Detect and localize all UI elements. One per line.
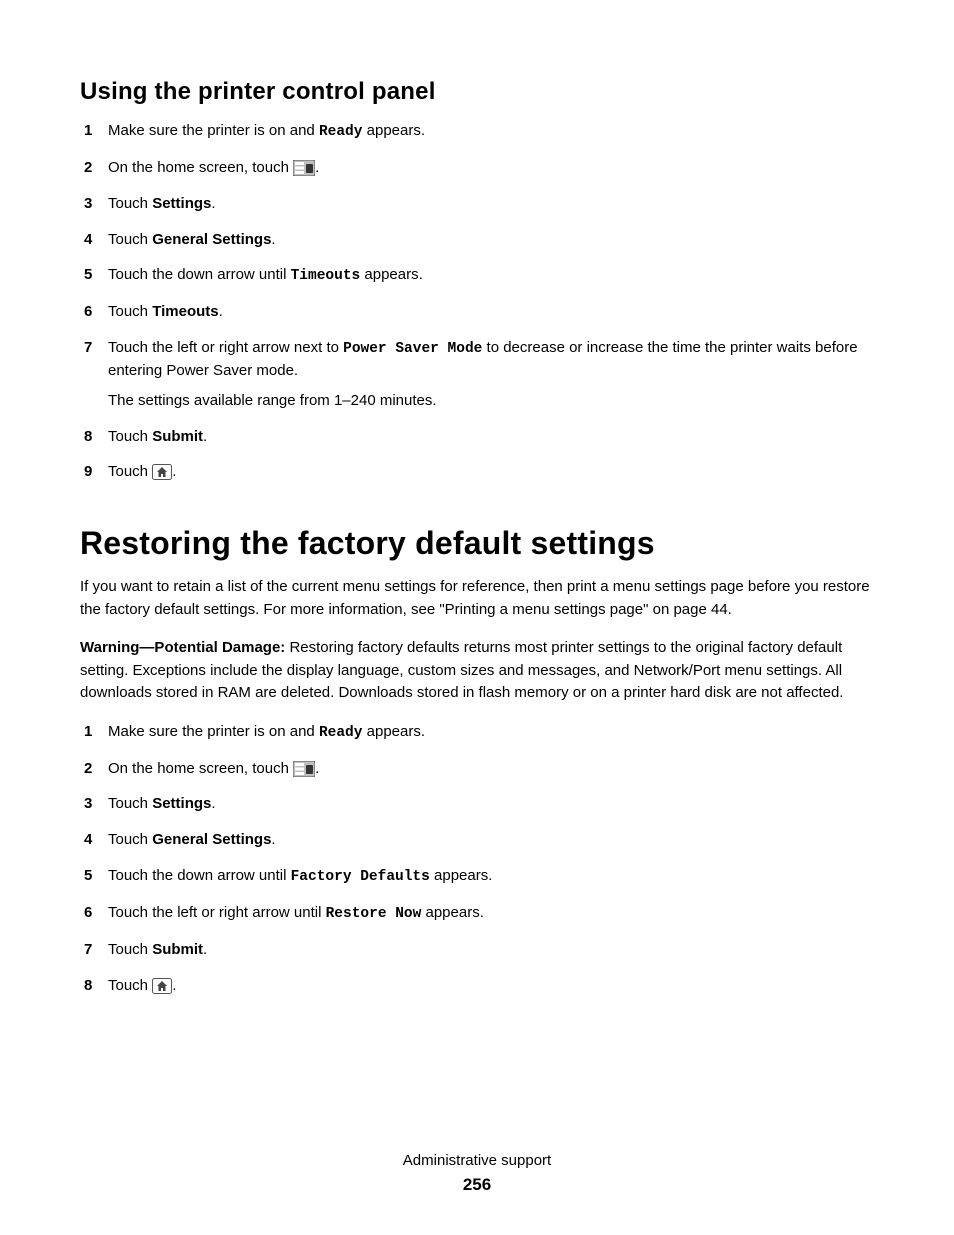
intro-paragraph: If you want to retain a list of the curr… xyxy=(80,576,874,621)
step-text: Touch xyxy=(108,977,152,994)
home-icon xyxy=(152,978,172,994)
step-text: . xyxy=(172,977,176,994)
document-page: Using the printer control panel Make sur… xyxy=(0,0,954,1235)
step-item: Touch the down arrow until Timeouts appe… xyxy=(80,264,874,287)
step-item: Touch Timeouts. xyxy=(80,301,874,323)
step-bold-text: Settings xyxy=(152,795,211,812)
step-mono-text: Power Saver Mode xyxy=(343,341,482,357)
step-text: appears. xyxy=(362,723,425,740)
step-text: . xyxy=(211,195,215,212)
step-text: appears. xyxy=(362,122,425,139)
step-text: Touch the down arrow until xyxy=(108,867,291,884)
step-extra-text: The settings available range from 1–240 … xyxy=(108,390,874,412)
step-text: Touch xyxy=(108,463,152,480)
step-item: Touch Settings. xyxy=(80,193,874,215)
step-text: appears. xyxy=(421,904,484,921)
page-footer: Administrative support 256 xyxy=(0,1152,954,1195)
step-text: Touch xyxy=(108,195,152,212)
step-text: . xyxy=(315,159,319,176)
step-text: appears. xyxy=(430,867,493,884)
step-text: On the home screen, touch xyxy=(108,159,293,176)
step-text: . xyxy=(271,231,275,248)
step-text: Touch xyxy=(108,795,152,812)
step-item: Touch General Settings. xyxy=(80,829,874,851)
menu-icon xyxy=(293,761,315,777)
step-item: Touch the left or right arrow next to Po… xyxy=(80,337,874,412)
step-text: appears. xyxy=(360,266,423,283)
step-mono-text: Ready xyxy=(319,725,363,741)
step-text: Touch the left or right arrow until xyxy=(108,904,326,921)
step-item: Touch Submit. xyxy=(80,939,874,961)
step-bold-text: General Settings xyxy=(152,231,271,248)
step-mono-text: Restore Now xyxy=(326,906,422,922)
steps-list-control-panel: Make sure the printer is on and Ready ap… xyxy=(80,120,874,483)
menu-icon xyxy=(293,160,315,176)
step-bold-text: Submit xyxy=(152,428,203,445)
step-text: Touch xyxy=(108,428,152,445)
step-text: . xyxy=(211,795,215,812)
step-item: Touch . xyxy=(80,461,874,483)
step-item: On the home screen, touch . xyxy=(80,157,874,179)
step-text: Touch the down arrow until xyxy=(108,266,291,283)
footer-page-number: 256 xyxy=(0,1175,954,1195)
step-item: Touch the left or right arrow until Rest… xyxy=(80,902,874,925)
footer-label: Administrative support xyxy=(0,1152,954,1169)
step-bold-text: General Settings xyxy=(152,831,271,848)
step-text: . xyxy=(203,428,207,445)
step-text: . xyxy=(203,941,207,958)
step-text: Touch xyxy=(108,831,152,848)
step-item: Make sure the printer is on and Ready ap… xyxy=(80,120,874,143)
step-text: . xyxy=(315,760,319,777)
step-item: Touch Settings. xyxy=(80,793,874,815)
step-mono-text: Factory Defaults xyxy=(291,869,430,885)
step-text: . xyxy=(172,463,176,480)
step-text: Touch the left or right arrow next to xyxy=(108,339,343,356)
section-heading-control-panel: Using the printer control panel xyxy=(80,78,874,106)
step-bold-text: Timeouts xyxy=(152,303,218,320)
step-text: On the home screen, touch xyxy=(108,760,293,777)
step-text: . xyxy=(271,831,275,848)
step-mono-text: Timeouts xyxy=(291,268,361,284)
warning-lead: Warning—Potential Damage: xyxy=(80,639,289,656)
section-heading-factory-defaults: Restoring the factory default settings xyxy=(80,525,874,562)
warning-paragraph: Warning—Potential Damage: Restoring fact… xyxy=(80,637,874,705)
step-item: Touch the down arrow until Factory Defau… xyxy=(80,865,874,888)
step-item: Touch Submit. xyxy=(80,426,874,448)
step-text: Make sure the printer is on and xyxy=(108,122,319,139)
step-item: Make sure the printer is on and Ready ap… xyxy=(80,721,874,744)
step-mono-text: Ready xyxy=(319,124,363,140)
step-bold-text: Submit xyxy=(152,941,203,958)
step-item: Touch General Settings. xyxy=(80,229,874,251)
step-text: Touch xyxy=(108,231,152,248)
step-text: . xyxy=(219,303,223,320)
step-text: Touch xyxy=(108,941,152,958)
step-text: Make sure the printer is on and xyxy=(108,723,319,740)
step-item: On the home screen, touch . xyxy=(80,758,874,780)
step-item: Touch . xyxy=(80,975,874,997)
steps-list-factory-defaults: Make sure the printer is on and Ready ap… xyxy=(80,721,874,997)
home-icon xyxy=(152,464,172,480)
step-bold-text: Settings xyxy=(152,195,211,212)
step-text: Touch xyxy=(108,303,152,320)
